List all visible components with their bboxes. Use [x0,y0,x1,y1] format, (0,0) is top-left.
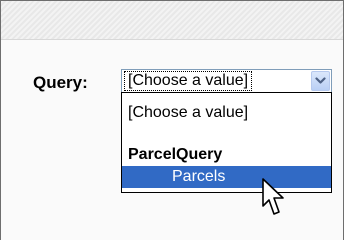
hand-pointer-icon [254,176,288,220]
header-band [1,1,343,39]
optgroup-parcelquery: ParcelQuery [128,146,223,163]
dropdown-button[interactable] [311,71,330,91]
dropdown-list: [Choose a value] ParcelQuery Parcels [121,92,332,193]
select-current-value: [Choose a value] [123,71,253,91]
query-label: Query: [33,73,88,92]
query-select[interactable]: [Choose a value] [121,69,332,93]
chevron-down-icon [315,77,326,85]
option-choose-value[interactable]: [Choose a value] [122,101,331,125]
option-parcels[interactable]: Parcels [122,166,331,188]
